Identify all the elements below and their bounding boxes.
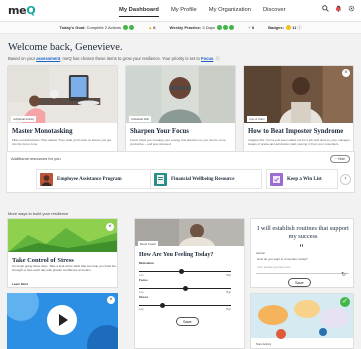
card-tag: Individual Activity xyxy=(11,116,37,122)
weekly-practice: Weekly Practice: 3 Days xyxy=(170,25,234,31)
additional-resources: Additional resources for you − Hide Empl… xyxy=(6,151,355,193)
notification-dot xyxy=(336,7,340,11)
refresh-icon[interactable]: ↻ xyxy=(341,271,346,278)
nav-my-dashboard[interactable]: My Dashboard xyxy=(119,7,159,17)
close-icon[interactable]: × xyxy=(342,69,350,77)
resource-thumbnail xyxy=(154,172,167,186)
nav-links: My Dashboard My Profile My Organization … xyxy=(119,7,286,17)
mood-label-stress: Stress xyxy=(139,295,149,299)
journal-quote: I will establish routines that support m… xyxy=(257,225,349,240)
welcome-subtitle: Based on your assessment, meQ has chosen… xyxy=(8,56,220,61)
check-icon xyxy=(129,25,135,31)
card-team-activity[interactable]: ✓ Team Activity xyxy=(250,293,354,349)
stress-slider[interactable] xyxy=(139,303,231,308)
points: ⚡ 8 xyxy=(247,25,255,30)
completed-check-icon: ✓ xyxy=(340,297,350,307)
play-button[interactable] xyxy=(47,305,77,335)
card-image-focus xyxy=(126,66,235,123)
badge-icon xyxy=(286,24,292,30)
goal-bar: Today's Goal: Complete 2 Actions ▲ 6 Wee… xyxy=(0,22,361,34)
more-ways-label: More ways to build your resilience xyxy=(8,211,69,216)
card-tag: Journal xyxy=(254,251,267,256)
resource-thumbnail xyxy=(40,172,53,186)
card-description: Filter out distractions. Plan ahead. The… xyxy=(12,138,112,146)
logo[interactable]: meQ xyxy=(8,4,36,17)
nav-my-profile[interactable]: My Profile xyxy=(171,7,197,17)
card-take-control-of-stress[interactable]: × Take Control of Stress It's tough goin… xyxy=(7,218,118,288)
stress-range: Low High xyxy=(139,308,231,311)
quote-icon: " xyxy=(299,243,304,253)
resource-employee-assistance[interactable]: Employee Assistance Program xyxy=(36,169,156,189)
top-nav: meQ My Dashboard My Profile My Organizat… xyxy=(0,0,361,22)
card-title: Master Monotasking xyxy=(12,128,73,135)
card-tag: Mood Coach xyxy=(138,241,158,247)
close-icon[interactable]: × xyxy=(106,223,114,231)
streak: ▲ 6 xyxy=(148,25,156,30)
close-icon[interactable]: × xyxy=(107,296,115,304)
page-title: Welcome back, Genevieve. xyxy=(8,42,123,53)
card-tag: Individual Skill xyxy=(129,116,151,122)
journal-prompt: How do you want to remember today? xyxy=(257,257,308,261)
focus-link[interactable]: Focus xyxy=(201,56,213,61)
focus-slider[interactable] xyxy=(139,286,231,291)
journal-input[interactable]: Your private journal entry... xyxy=(256,264,349,274)
mood-label-motivation: Motivation xyxy=(139,261,154,265)
card-description: Focus helps you manage your energy and a… xyxy=(130,138,226,146)
card-title: How Are You Feeling Today? xyxy=(139,252,214,258)
flame-icon: ▲ xyxy=(148,25,153,30)
card-tag: Cup of Calm xyxy=(247,116,267,122)
resource-thumbnail xyxy=(270,172,283,186)
info-icon[interactable]: ⓘ xyxy=(298,25,302,30)
minus-icon: − xyxy=(335,157,338,161)
settings-gear-icon[interactable] xyxy=(348,5,355,12)
focus-range: Low High xyxy=(139,291,231,294)
lightning-icon: ⚡ xyxy=(247,25,251,30)
card-mood-coach[interactable]: Mood Coach How Are You Feeling Today? Mo… xyxy=(134,218,245,349)
nav-my-organization[interactable]: My Organization xyxy=(209,7,251,17)
nav-icons xyxy=(322,5,355,12)
card-tag: Team Activity xyxy=(254,342,274,347)
check-icon xyxy=(216,25,222,31)
check-icon xyxy=(222,25,228,31)
learn-more-link[interactable]: Learn More xyxy=(12,282,28,287)
card-video[interactable]: × xyxy=(7,293,118,349)
nav-discover[interactable]: Discover xyxy=(263,7,286,17)
card-title: How to Beat Imposter Syndrome xyxy=(248,128,344,135)
card-description: It's tough going these days. Take a look… xyxy=(12,264,116,272)
card-image-monotasking xyxy=(8,66,117,123)
mood-save-button[interactable]: Save xyxy=(176,317,199,326)
card-image-imposter xyxy=(244,66,353,123)
resource-keep-a-win-list[interactable]: Keep a Win List xyxy=(266,169,338,189)
search-icon[interactable] xyxy=(322,5,329,12)
check-icon xyxy=(123,25,129,31)
badges: Badges: 11 ⓘ xyxy=(268,24,302,30)
mood-label-focus: Focus xyxy=(139,278,148,282)
chevron-right-icon[interactable]: › xyxy=(340,174,351,185)
info-icon[interactable]: ⓘ xyxy=(216,56,220,61)
todays-goal: Today's Goal: Complete 2 Actions xyxy=(59,25,135,31)
play-icon xyxy=(59,314,68,326)
assessment-link[interactable]: assessment xyxy=(36,56,60,61)
journal-save-button[interactable]: Save xyxy=(288,278,311,287)
card-description: Imagine this: You've just been called ou… xyxy=(248,138,351,146)
motivation-range: Low High xyxy=(139,274,231,277)
card-title: Sharpen Your Focus xyxy=(130,128,189,135)
check-icon xyxy=(228,25,234,31)
team-illustration xyxy=(251,294,353,348)
motivation-slider[interactable] xyxy=(139,269,231,274)
resources-label: Additional resources for you xyxy=(11,156,61,161)
card-journal[interactable]: I will establish routines that support m… xyxy=(250,218,354,288)
hide-button[interactable]: − Hide xyxy=(330,155,350,163)
resource-financial-wellbeing[interactable]: Financial Wellbeing Resource xyxy=(150,169,262,189)
card-title: Take Control of Stress xyxy=(12,257,74,264)
stress-illustration xyxy=(8,219,117,252)
